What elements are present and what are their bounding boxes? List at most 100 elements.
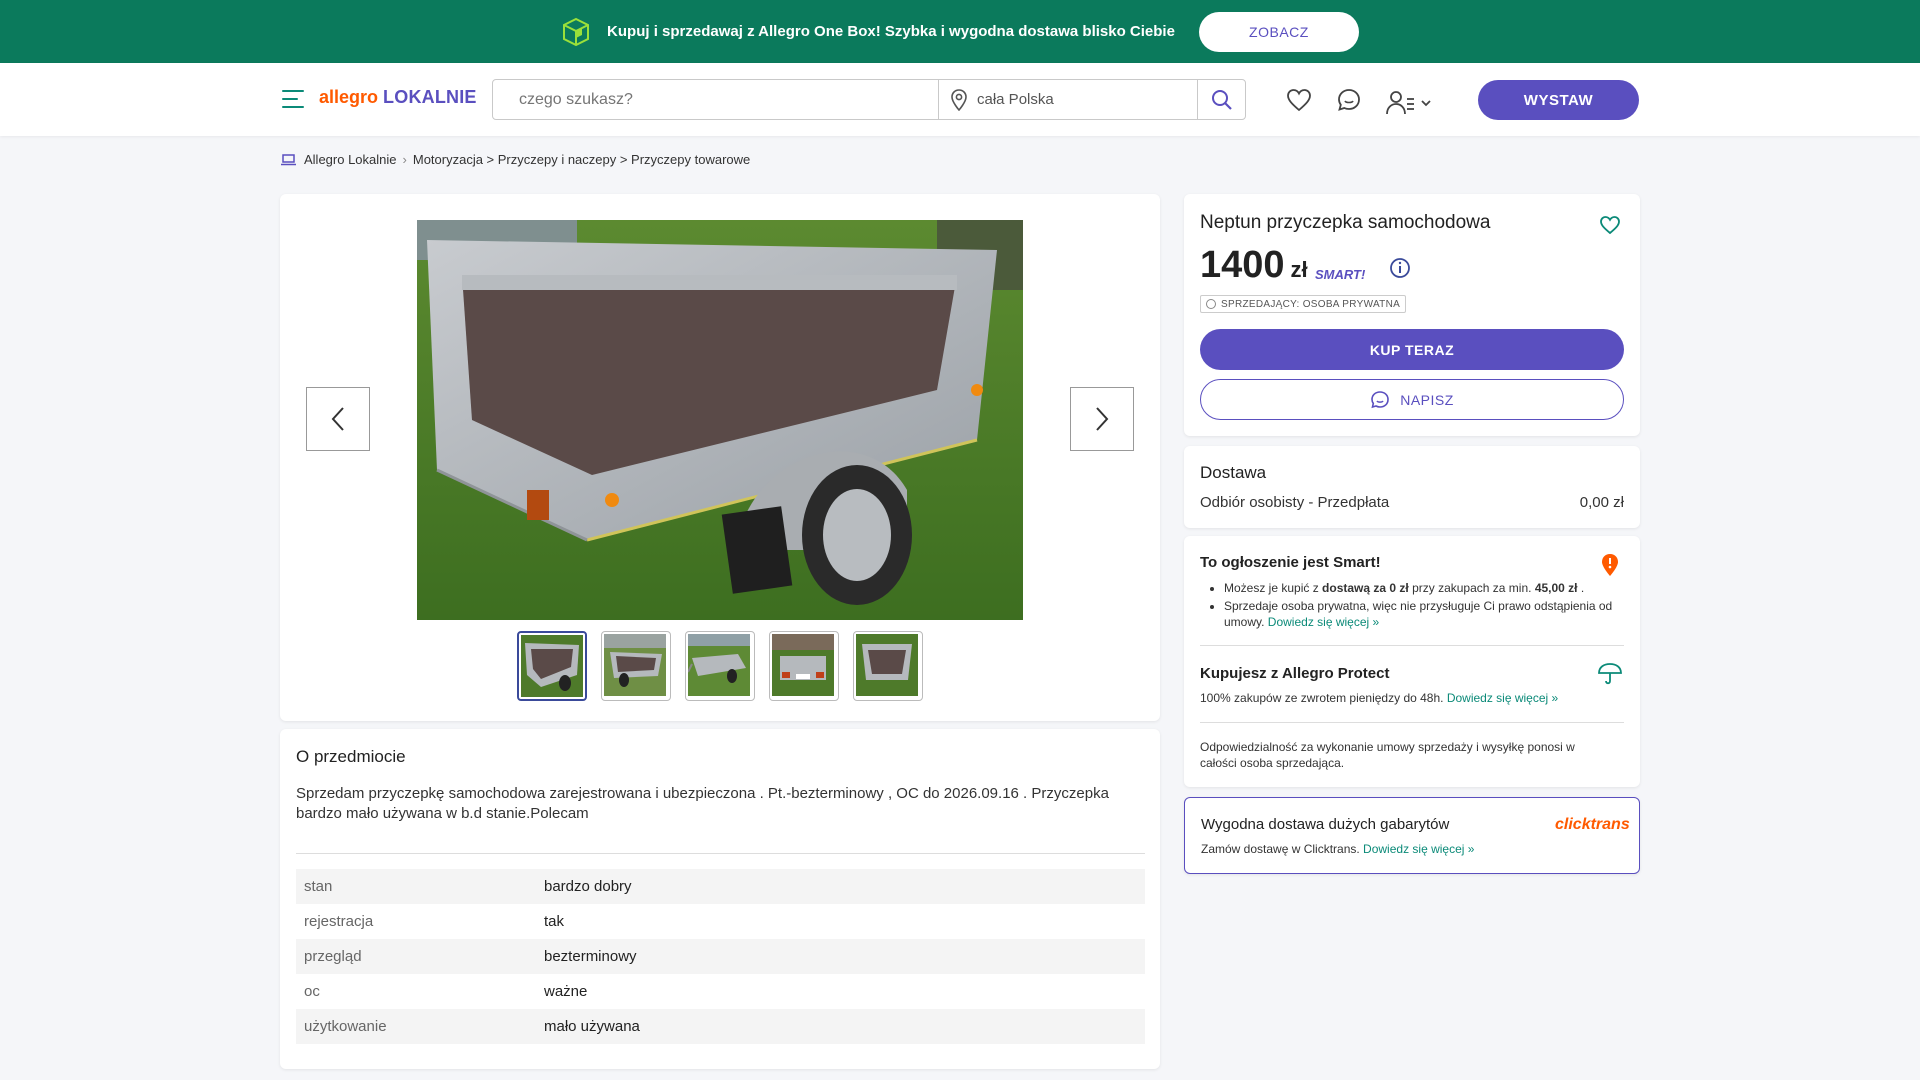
write-label: NAPISZ <box>1400 391 1454 408</box>
smart-badge: SMART! <box>1315 267 1365 282</box>
description: Sprzedam przyczepkę samochodowa zarejest… <box>296 785 1109 822</box>
messages-button[interactable] <box>1336 87 1362 118</box>
chat-icon <box>1371 390 1390 408</box>
clicktrans-description: Zamów dostawę w Clicktrans. <box>1201 842 1364 856</box>
learn-more-link[interactable]: Dowiedz się więcej » <box>1268 615 1379 629</box>
info-button[interactable] <box>1389 257 1411 284</box>
clicktrans-logo: clicktrans <box>1555 816 1630 833</box>
trailer-photo <box>417 220 1023 620</box>
price-currency: zł <box>1290 257 1308 282</box>
seller-type-badge: SPRZEDAJĄCY: OSOBA PRYWATNA <box>1200 295 1407 313</box>
protect-title: Kupujesz z Allegro Protect <box>1200 665 1390 682</box>
write-button[interactable]: NAPISZ <box>1200 379 1624 420</box>
param-key: stan <box>304 878 333 895</box>
laptop-icon <box>281 153 296 165</box>
benefit-text: przy zakupach za min. <box>1408 581 1535 595</box>
offer-title: Neptun przyczepka samochodowa <box>1200 212 1491 233</box>
header: allegro LOKALNIE cała Polska WYSTAW <box>0 63 1920 136</box>
account-button[interactable] <box>1386 90 1432 116</box>
learn-more-link[interactable]: Dowiedz się więcej » <box>1363 842 1474 856</box>
watch-button[interactable] <box>1599 215 1621 240</box>
search-bar: cała Polska <box>492 79 1246 120</box>
logo-lokalnie: LOKALNIE <box>383 87 477 107</box>
param-row: stan bardzo dobry <box>296 869 1145 904</box>
thumbnail[interactable] <box>517 631 587 701</box>
smart-info-box: To ogłoszenie jest Smart! Możesz je kupi… <box>1184 536 1640 787</box>
umbrella-icon <box>1597 662 1623 691</box>
seller-type: SPRZEDAJĄCY: OSOBA PRYWATNA <box>1221 298 1401 310</box>
protect-text: 100% zakupów ze zwrotem pieniędzy do 48h… <box>1200 691 1558 705</box>
param-key: rejestracja <box>304 913 374 930</box>
promo-banner: Kupuj i sprzedawaj z Allegro One Box! Sz… <box>0 0 1920 63</box>
promo-button[interactable]: ZOBACZ <box>1198 11 1359 52</box>
param-row: rejestracja tak <box>296 904 1145 939</box>
param-value: ważne <box>544 983 588 1000</box>
delivery-option: Odbiór osobisty - Przedpłata 0,00 zł <box>1200 494 1624 511</box>
smart-benefit-private: Sprzedaje osoba prywatna, więc nie przys… <box>1224 598 1622 630</box>
about-title: O przedmiocie <box>296 747 406 766</box>
thumbnail[interactable] <box>601 631 671 701</box>
search-icon <box>1211 89 1232 110</box>
next-photo-button[interactable] <box>1070 387 1134 451</box>
delivery-title: Dostawa <box>1200 463 1267 482</box>
delivery-method: Odbiór osobisty - Przedpłata <box>1200 494 1390 511</box>
box-icon <box>563 17 590 46</box>
clicktrans-title: Wygodna dostawa dużych gabarytów <box>1201 816 1450 833</box>
param-key: użytkowanie <box>304 1018 387 1035</box>
heart-icon <box>1287 89 1311 112</box>
location-field[interactable]: cała Polska <box>939 80 1198 119</box>
smart-title: To ogłoszenie jest Smart! <box>1200 554 1381 571</box>
responsibility-note: Odpowiedzialność za wykonanie umowy sprz… <box>1200 740 1575 770</box>
param-value: bardzo dobry <box>544 878 632 895</box>
logo-allegro: allegro <box>319 87 379 107</box>
header-icons <box>1286 87 1456 118</box>
seller-icon <box>1206 299 1216 309</box>
param-row: użytkowanie mało używana <box>296 1009 1145 1044</box>
protect-description: 100% zakupów ze zwrotem pieniędzy do 48h… <box>1200 691 1447 705</box>
about-section: O przedmiocie Sprzedam przyczepkę samoch… <box>280 729 1160 1069</box>
buy-now-button[interactable]: KUP TERAZ <box>1200 329 1624 370</box>
delivery-box: Dostawa Odbiór osobisty - Przedpłata 0,0… <box>1184 446 1640 528</box>
gallery <box>280 194 1160 721</box>
search-input[interactable] <box>493 80 939 119</box>
user-icon <box>1386 90 1414 114</box>
param-row: przegląd bezterminowy <box>296 939 1145 974</box>
benefit-bold: dostawą za 0 zł <box>1322 581 1409 595</box>
price: 1400 zł <box>1200 244 1308 287</box>
param-value: mało używana <box>544 1018 640 1035</box>
chevron-down-icon <box>1421 99 1431 106</box>
chevron-left-icon <box>331 407 344 431</box>
thumbnail[interactable] <box>769 631 839 701</box>
thumbnail[interactable] <box>685 631 755 701</box>
param-value: tak <box>544 913 565 930</box>
clicktrans-box: Wygodna dostawa dużych gabarytów clicktr… <box>1184 797 1640 874</box>
smart-label: SMART! <box>1315 267 1366 282</box>
location-pin-icon <box>951 88 967 111</box>
logo[interactable]: allegro LOKALNIE <box>319 87 477 108</box>
main-photo[interactable] <box>417 220 1023 620</box>
benefit-text: Możesz je kupić z <box>1224 581 1323 595</box>
menu-icon[interactable] <box>282 90 306 110</box>
thumbnail[interactable] <box>853 631 923 701</box>
promo-text: Kupuj i sprzedawaj z Allegro One Box! Sz… <box>607 23 1175 40</box>
divider <box>296 853 1145 854</box>
prev-photo-button[interactable] <box>306 387 370 451</box>
location-value: cała Polska <box>977 91 1054 108</box>
chat-icon <box>1338 89 1360 111</box>
benefit-text: . <box>1577 581 1585 595</box>
price-value: 1400 <box>1200 244 1285 286</box>
favorites-button[interactable] <box>1286 88 1312 117</box>
thumbnails <box>517 631 937 701</box>
smart-pin-icon <box>1600 553 1620 582</box>
param-row: oc ważne <box>296 974 1145 1009</box>
post-offer-button[interactable]: WYSTAW <box>1478 80 1639 120</box>
param-key: przegląd <box>304 948 362 965</box>
breadcrumb-category[interactable]: Motoryzacja > Przyczepy i naczepy > Przy… <box>413 152 750 167</box>
search-button[interactable] <box>1198 80 1245 119</box>
learn-more-link[interactable]: Dowiedz się więcej » <box>1447 691 1558 705</box>
delivery-cost: 0,00 zł <box>1579 494 1624 511</box>
info-icon <box>1390 258 1410 278</box>
clicktrans-text: Zamów dostawę w Clicktrans. Dowiedz się … <box>1201 842 1474 856</box>
breadcrumb-home[interactable]: Allegro Lokalnie <box>304 152 397 167</box>
parameters-table: stan bardzo dobry rejestracja tak przegląd… <box>296 869 1145 1044</box>
